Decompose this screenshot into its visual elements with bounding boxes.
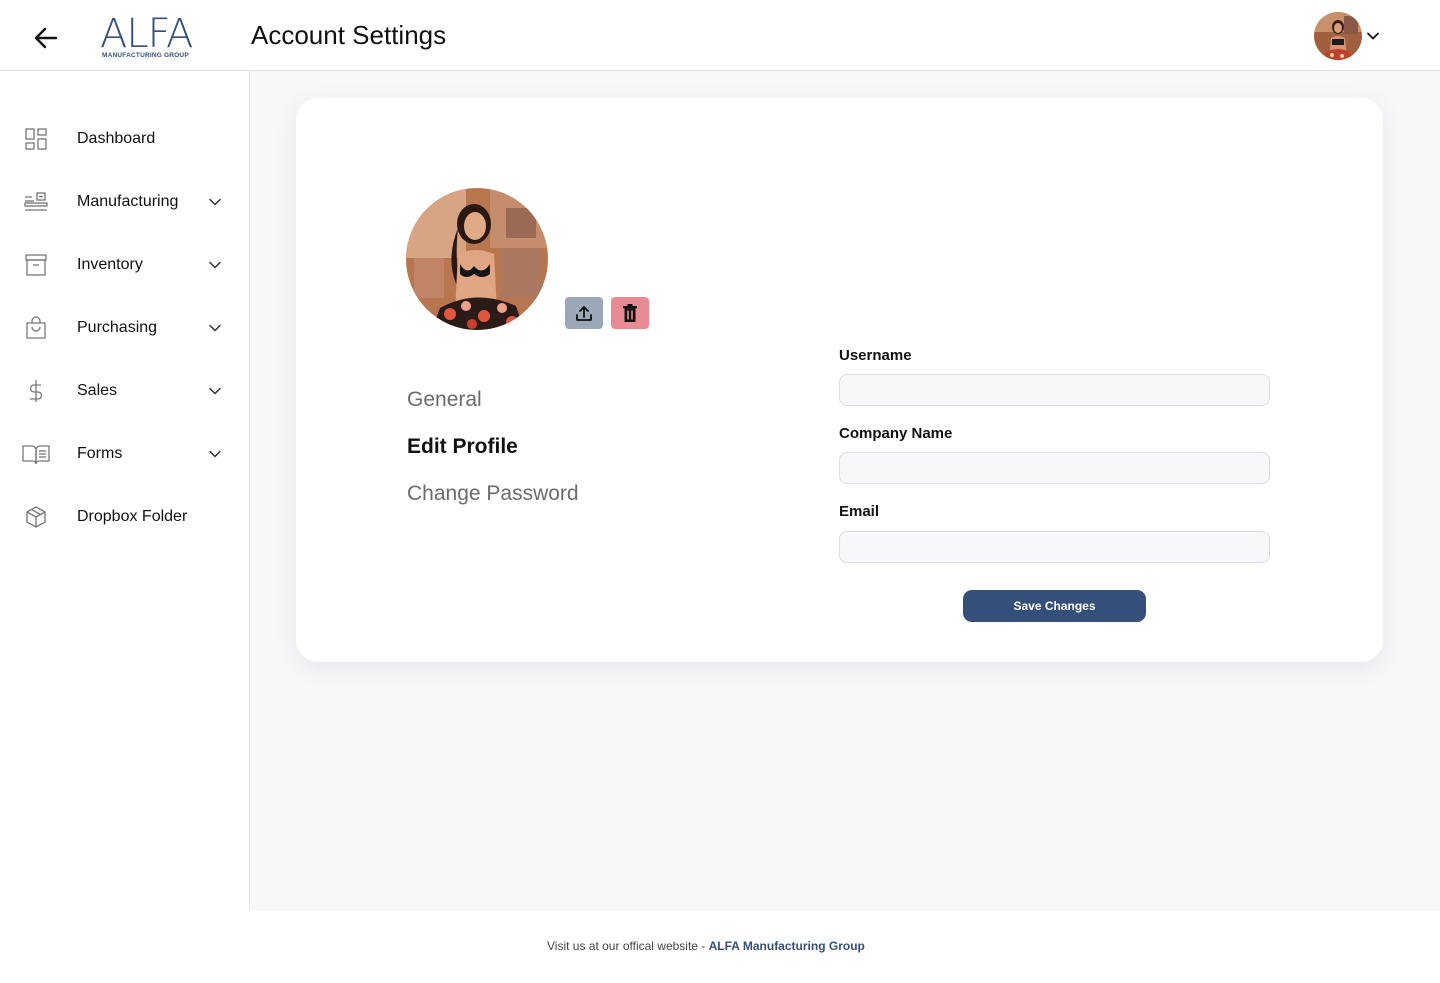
page-title: Account Settings bbox=[251, 20, 447, 50]
menu-link-change-password[interactable]: Change Password bbox=[407, 482, 579, 506]
upload-icon bbox=[576, 306, 592, 321]
user-menu[interactable] bbox=[1314, 12, 1384, 60]
upload-photo-button[interactable] bbox=[565, 297, 603, 329]
sidebar-item-label: Manufacturing bbox=[77, 193, 179, 210]
main-content: General Edit Profile Change Password Use… bbox=[250, 71, 1440, 911]
package-box-icon bbox=[22, 503, 50, 531]
archive-box-icon bbox=[22, 251, 50, 279]
open-book-icon bbox=[22, 440, 50, 468]
chevron-down-icon[interactable] bbox=[207, 320, 223, 336]
footer: Visit us at our offical website - ALFA M… bbox=[0, 911, 1440, 983]
footer-website-link[interactable]: ALFA Manufacturing Group bbox=[709, 939, 865, 953]
sidebar-item-sales[interactable]: Sales bbox=[0, 367, 249, 415]
account-settings-card: General Edit Profile Change Password Use… bbox=[296, 98, 1383, 662]
menu-link-edit-profile[interactable]: Edit Profile bbox=[407, 435, 518, 459]
company-logo[interactable]: ALFA MANUFACTURING GROUP bbox=[100, 14, 204, 62]
manufacturing-icon bbox=[22, 188, 50, 216]
sidebar-item-label: Forms bbox=[77, 445, 123, 462]
dollar-icon bbox=[22, 377, 50, 405]
delete-photo-button[interactable] bbox=[611, 297, 649, 329]
top-bar: ALFA MANUFACTURING GROUP Account Setting… bbox=[0, 0, 1440, 71]
sidebar-item-label: Inventory bbox=[77, 256, 143, 273]
sidebar-item-label: Sales bbox=[77, 382, 118, 399]
email-field[interactable] bbox=[839, 531, 1270, 563]
sidebar-item-inventory[interactable]: Inventory bbox=[0, 241, 249, 289]
chevron-down-icon[interactable] bbox=[207, 446, 223, 462]
arrow-left-icon bbox=[34, 27, 58, 49]
footer-message: Visit us at our offical website - bbox=[547, 939, 709, 953]
footer-text: Visit us at our offical website - ALFA M… bbox=[547, 939, 865, 953]
logo-tagline: MANUFACTURING GROUP bbox=[102, 52, 189, 59]
sidebar-item-purchasing[interactable]: Purchasing bbox=[0, 304, 249, 352]
sidebar-item-label: Dropbox Folder bbox=[77, 508, 188, 525]
sidebar-item-label: Dashboard bbox=[77, 130, 156, 147]
chevron-down-icon[interactable] bbox=[207, 257, 223, 273]
logo-word: ALFA bbox=[100, 11, 193, 57]
profile-photo bbox=[406, 188, 548, 330]
sidebar-item-manufacturing[interactable]: Manufacturing bbox=[0, 178, 249, 226]
sidebar-item-label: Purchasing bbox=[77, 319, 158, 336]
sidebar-item-forms[interactable]: Forms bbox=[0, 430, 249, 478]
username-field[interactable] bbox=[839, 374, 1270, 406]
chevron-down-icon[interactable] bbox=[1366, 29, 1380, 43]
email-label: Email bbox=[839, 503, 880, 520]
dashboard-grid-icon bbox=[22, 125, 50, 153]
save-changes-button[interactable]: Save Changes bbox=[963, 590, 1146, 622]
sidebar-item-dashboard[interactable]: Dashboard bbox=[0, 115, 249, 163]
shopping-bag-icon bbox=[22, 314, 50, 342]
avatar[interactable] bbox=[1314, 12, 1362, 60]
menu-link-general[interactable]: General bbox=[407, 388, 482, 412]
trash-icon bbox=[623, 304, 637, 322]
sidebar-item-dropbox-folder[interactable]: Dropbox Folder bbox=[0, 493, 249, 541]
back-button[interactable] bbox=[30, 23, 62, 53]
chevron-down-icon[interactable] bbox=[207, 194, 223, 210]
username-label: Username bbox=[839, 347, 912, 364]
chevron-down-icon[interactable] bbox=[207, 383, 223, 399]
sidebar: Dashboard Manufacturing Inventory Purcha… bbox=[0, 71, 250, 911]
company-name-field[interactable] bbox=[839, 452, 1270, 484]
company-name-label: Company Name bbox=[839, 425, 953, 442]
